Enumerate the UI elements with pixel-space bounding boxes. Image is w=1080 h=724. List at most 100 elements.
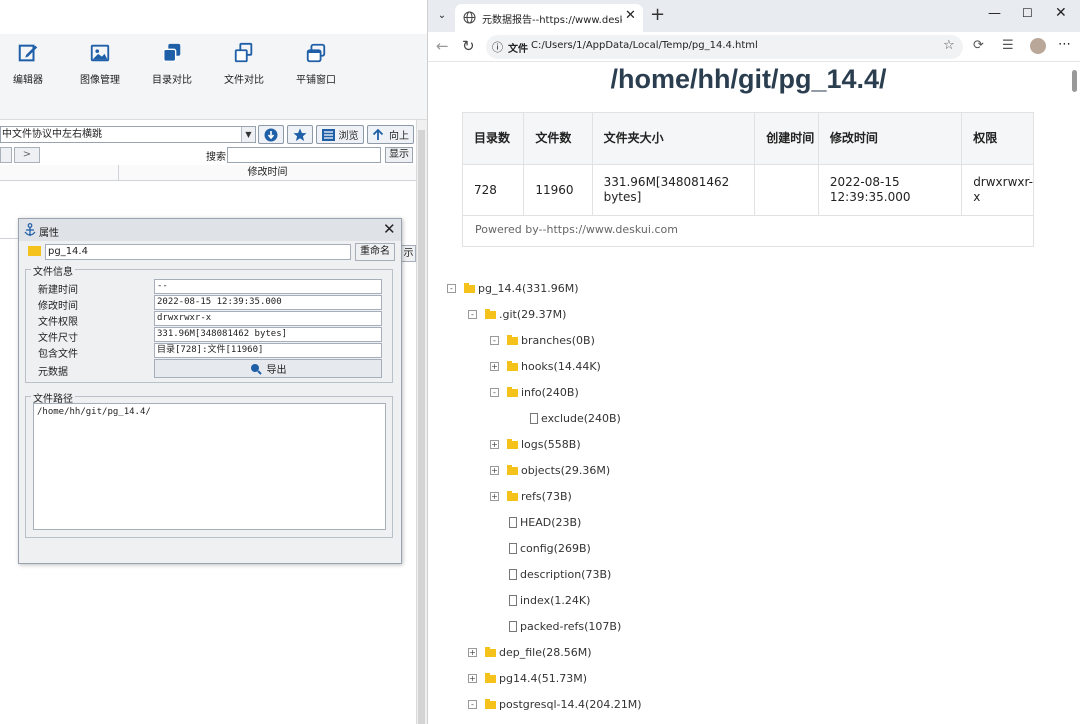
toggle-icon[interactable]: + bbox=[490, 491, 499, 501]
tree-item-name: objects bbox=[521, 463, 561, 477]
more-menu-icon[interactable]: ⋯ bbox=[1058, 37, 1071, 52]
file-compare-icon bbox=[234, 42, 253, 63]
tree-row[interactable]: index (1.24K) bbox=[509, 590, 590, 610]
tab-report[interactable]: 元数据报告--https://www.deskui.c ✕ bbox=[455, 4, 643, 32]
tab-strip: ⌄ 元数据报告--https://www.deskui.c ✕ + — ☐ ✕ bbox=[428, 0, 1080, 32]
search-input[interactable] bbox=[227, 147, 381, 163]
dialog-title-bar[interactable]: 属性 ✕ bbox=[19, 219, 401, 241]
rename-button[interactable]: 重命名 bbox=[355, 243, 395, 261]
browse-button[interactable]: 浏览 bbox=[316, 125, 364, 144]
folder-icon bbox=[507, 438, 518, 449]
tree-row[interactable]: + hooks (14.44K) bbox=[490, 356, 601, 376]
file-size-label: 文件尺寸 bbox=[38, 333, 78, 344]
toggle-icon[interactable]: + bbox=[468, 673, 477, 683]
contains-field[interactable]: 目录[728]:文件[11960] bbox=[154, 343, 382, 358]
tree-item-size: (240B) bbox=[541, 385, 579, 399]
address-bar[interactable]: ⓘ 文件 C:/Users/1/AppData/Local/Temp/pg_14… bbox=[486, 35, 963, 59]
tree-item-size: (269B) bbox=[553, 541, 591, 555]
minimize-icon[interactable]: — bbox=[988, 6, 1001, 21]
editor-button[interactable]: 编辑器 bbox=[0, 42, 60, 86]
image-manager-button[interactable]: 图像管理 bbox=[68, 42, 132, 86]
favorites-list-icon[interactable]: ☰ bbox=[1002, 38, 1014, 53]
toggle-icon[interactable]: - bbox=[490, 387, 499, 397]
tree-item-size: (23B) bbox=[551, 515, 582, 529]
tree-row[interactable]: packed-refs (107B) bbox=[509, 616, 621, 636]
tree-item-size: (73B) bbox=[541, 489, 572, 503]
toggle-icon[interactable]: - bbox=[490, 335, 499, 345]
toggle-icon[interactable]: + bbox=[490, 465, 499, 475]
tree-row[interactable]: exclude (240B) bbox=[530, 408, 621, 428]
name-field-value: pg_14.4 bbox=[48, 246, 88, 257]
toggle-icon[interactable]: - bbox=[447, 283, 456, 293]
page-scrollbar[interactable] bbox=[1069, 62, 1080, 724]
profile-avatar[interactable] bbox=[1030, 38, 1046, 54]
tree-row[interactable]: + logs (558B) bbox=[490, 434, 581, 454]
refresh-icon[interactable]: ↻ bbox=[462, 37, 475, 55]
value-dir-count: 728 bbox=[461, 164, 525, 216]
tree-row[interactable]: HEAD (23B) bbox=[509, 512, 581, 532]
new-tab-icon[interactable]: + bbox=[650, 4, 665, 25]
back-icon[interactable]: ← bbox=[436, 37, 449, 55]
forward-nav-button[interactable]: > bbox=[14, 147, 40, 163]
tree-row[interactable]: + pg14.4 (51.73M) bbox=[468, 668, 587, 688]
list-divider bbox=[0, 238, 18, 268]
toggle-icon[interactable]: + bbox=[490, 439, 499, 449]
modified-time-label: 修改时间 bbox=[38, 301, 78, 312]
close-icon[interactable]: ✕ bbox=[383, 220, 396, 238]
up-button[interactable]: 向上 bbox=[367, 125, 414, 144]
toggle-icon[interactable]: + bbox=[490, 361, 499, 371]
scrollbar-thumb[interactable] bbox=[418, 130, 425, 724]
list-icon bbox=[321, 128, 335, 141]
tree-row[interactable]: description (73B) bbox=[509, 564, 611, 584]
file-path-textarea[interactable]: /home/hh/git/pg_14.4/ bbox=[33, 403, 386, 530]
maximize-icon[interactable]: ☐ bbox=[1022, 6, 1033, 20]
favorite-button[interactable] bbox=[287, 125, 313, 144]
page-scrollbar-thumb[interactable] bbox=[1072, 70, 1077, 92]
tree-item-name: refs bbox=[521, 489, 542, 503]
tree-row[interactable]: + objects (29.36M) bbox=[490, 460, 610, 480]
tree-row[interactable]: - .git (29.37M) bbox=[468, 304, 566, 324]
properties-dialog: 属性 ✕ pg_14.4 重命名 文件信息 新建时间 -- 修改时间 2022-… bbox=[18, 218, 402, 564]
tree-row[interactable]: config (269B) bbox=[509, 538, 591, 558]
chevron-down-icon[interactable]: ▼ bbox=[241, 127, 255, 142]
extensions-icon[interactable]: ⟳ bbox=[973, 38, 984, 53]
app-title-bar bbox=[0, 0, 427, 34]
tree-row[interactable]: + dep_file (28.56M) bbox=[468, 642, 592, 662]
tree-row[interactable]: + refs (73B) bbox=[490, 486, 572, 506]
tree-row[interactable]: - branches (0B) bbox=[490, 330, 595, 350]
tree-item-size: (28.56M) bbox=[542, 645, 592, 659]
search-export-icon bbox=[250, 363, 262, 375]
header-modified-time: 修改时间 bbox=[817, 112, 963, 165]
modified-time-field[interactable]: 2022-08-15 12:39:35.000 bbox=[154, 295, 382, 310]
info-icon[interactable]: ⓘ bbox=[492, 39, 503, 55]
tree-item-name: pg14.4 bbox=[499, 671, 538, 685]
tree-row[interactable]: - pg_14.4 (331.96M) bbox=[447, 278, 579, 298]
toggle-icon[interactable]: + bbox=[468, 647, 477, 657]
tab-list-chevron-icon[interactable]: ⌄ bbox=[434, 8, 450, 24]
tree-row[interactable]: - info (240B) bbox=[490, 382, 579, 402]
column-modify-time[interactable]: 修改时间 bbox=[118, 165, 416, 181]
file-compare-button[interactable]: 文件对比 bbox=[212, 42, 276, 86]
back-nav-button[interactable] bbox=[0, 147, 12, 163]
tree-row[interactable]: - postgresql-14.4 (204.21M) bbox=[468, 694, 642, 714]
path-combo[interactable]: 中文件协议中左右横跳 bbox=[0, 126, 256, 143]
file-icon bbox=[530, 412, 538, 424]
toggle-icon[interactable]: - bbox=[468, 699, 477, 709]
created-time-field[interactable]: -- bbox=[154, 279, 382, 294]
permission-field[interactable]: drwxrwxr-x bbox=[154, 311, 382, 326]
tree-item-name: description bbox=[520, 567, 582, 581]
download-button[interactable] bbox=[258, 125, 284, 144]
tab-close-icon[interactable]: ✕ bbox=[625, 8, 636, 23]
dir-compare-button[interactable]: 目录对比 bbox=[140, 42, 204, 86]
name-field[interactable]: pg_14.4 bbox=[45, 244, 351, 260]
export-button[interactable]: 导出 bbox=[154, 359, 382, 378]
favorite-star-icon[interactable]: ☆ bbox=[943, 38, 955, 53]
toggle-icon[interactable]: - bbox=[468, 309, 477, 319]
show-button[interactable]: 显示 bbox=[385, 147, 413, 163]
window-close-icon[interactable]: ✕ bbox=[1055, 5, 1067, 21]
tile-windows-button[interactable]: 平铺窗口 bbox=[284, 42, 348, 86]
powered-by: Powered by--https://www.deskui.com bbox=[462, 214, 1034, 247]
side-button[interactable]: 示 bbox=[401, 245, 416, 262]
ribbon-toolbar: 编辑器 图像管理 目录对比 文件对比 平铺窗口 bbox=[0, 34, 427, 120]
file-size-field[interactable]: 331.96M[348081462 bytes] bbox=[154, 327, 382, 342]
